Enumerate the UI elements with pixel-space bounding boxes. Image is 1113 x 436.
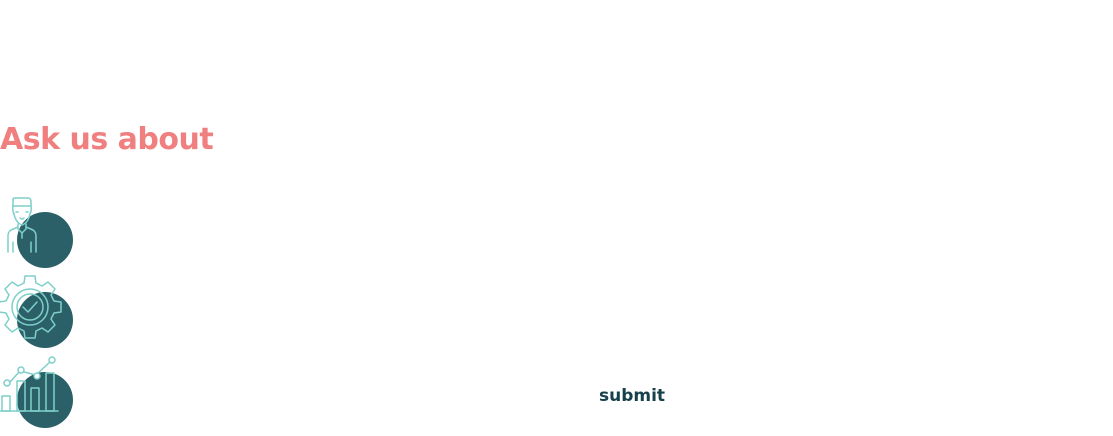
topic-item-people: [0, 196, 80, 276]
topic-item-operations: [0, 275, 80, 356]
section-heading: Ask us about: [0, 122, 214, 157]
developer-person-icon: [7, 197, 37, 253]
topic-item-growth: [0, 356, 80, 436]
growth-chart-icon: [0, 356, 59, 412]
gear-check-icon: [0, 275, 62, 339]
submit-button[interactable]: submit: [588, 382, 676, 410]
